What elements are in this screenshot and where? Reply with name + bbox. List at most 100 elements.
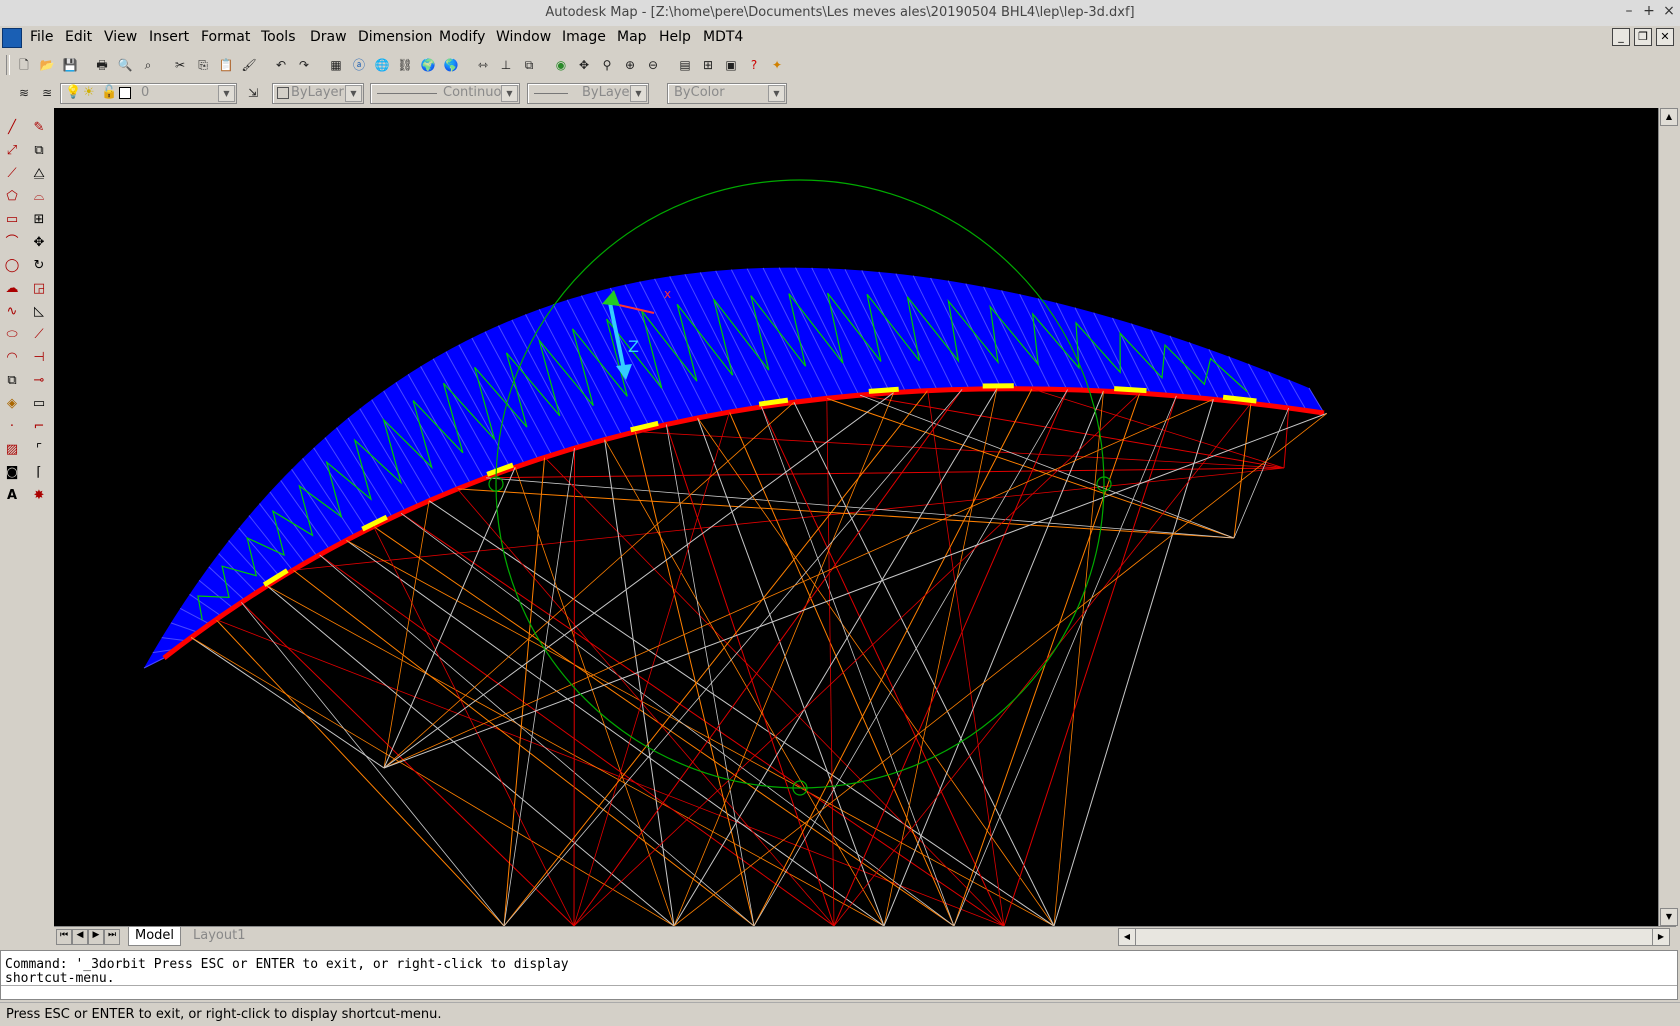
menu-insert[interactable]: Insert <box>149 29 189 45</box>
zoom-previous-icon[interactable]: ⊖ <box>643 55 663 75</box>
doc-close-button[interactable]: ✕ <box>1656 28 1674 46</box>
explode-icon[interactable]: ✸ <box>28 486 50 506</box>
autocad-today-icon[interactable]: ⓐ <box>349 55 369 75</box>
fillet-round-icon[interactable]: ⌈ <box>28 463 50 483</box>
properties-icon[interactable]: ▤ <box>675 55 695 75</box>
horizontal-scrollbar[interactable]: ◀ ▶ <box>1118 928 1670 946</box>
tab-last-icon[interactable]: ⏭ <box>104 929 120 945</box>
line-icon[interactable]: ╱ <box>1 118 23 138</box>
undo-icon[interactable]: ↶ <box>271 55 291 75</box>
match-properties-icon[interactable]: 🖌 <box>239 55 259 75</box>
tab-next-icon[interactable]: ▶ <box>88 929 104 945</box>
scroll-down-arrow[interactable]: ▼ <box>1660 908 1678 926</box>
layer-previous-icon[interactable]: ≊ <box>37 83 57 103</box>
make-current-layer-icon[interactable]: ⇲ <box>243 83 263 103</box>
doc-minimize-button[interactable]: _ <box>1612 28 1630 46</box>
menu-map[interactable]: Map <box>617 29 647 45</box>
copy-object-icon[interactable]: ⧉ <box>28 141 50 161</box>
minimize-button[interactable]: – <box>1620 3 1638 19</box>
construction-line-icon[interactable]: ⤢ <box>1 141 23 161</box>
linetype-combo[interactable]: Continuous ▼ <box>370 83 520 104</box>
menu-window[interactable]: Window <box>496 29 551 45</box>
scroll-left-arrow[interactable]: ◀ <box>1119 929 1136 945</box>
menu-view[interactable]: View <box>104 29 137 45</box>
paste-icon[interactable]: 📋 <box>216 55 236 75</box>
menu-help[interactable]: Help <box>659 29 691 45</box>
ellipse-icon[interactable]: ⬭ <box>1 325 23 345</box>
menu-edit[interactable]: Edit <box>65 29 92 45</box>
join-icon[interactable]: ▭ <box>28 394 50 414</box>
lineweight-combo[interactable]: ByLayer ▼ <box>527 83 649 104</box>
color-dropdown-arrow[interactable]: ▼ <box>345 85 362 102</box>
layer-dropdown-arrow[interactable]: ▼ <box>218 85 235 102</box>
help-icon[interactable]: ? <box>744 55 764 75</box>
text-icon[interactable]: A <box>1 486 23 506</box>
plotstyle-combo[interactable]: ByColor ▼ <box>667 83 787 104</box>
tool-palettes-icon[interactable]: ⊞ <box>698 55 718 75</box>
erase-icon[interactable]: ✎ <box>28 118 50 138</box>
region-icon[interactable]: ◙ <box>1 463 23 483</box>
tab-prev-icon[interactable]: ◀ <box>72 929 88 945</box>
break-icon[interactable]: ⊸ <box>28 371 50 391</box>
open-icon[interactable]: 📂 <box>37 55 57 75</box>
menu-tools[interactable]: Tools <box>261 29 296 45</box>
spline-icon[interactable]: ∿ <box>1 302 23 322</box>
3d-orbit-icon[interactable]: ◉ <box>551 55 571 75</box>
redo-icon[interactable]: ↷ <box>294 55 314 75</box>
insert-block-icon[interactable]: ⧉ <box>1 371 23 391</box>
vertical-scrollbar[interactable]: ▲ ▼ <box>1658 108 1677 926</box>
circle-icon[interactable]: ◯ <box>1 256 23 276</box>
web-icon[interactable]: 🌐 <box>372 55 392 75</box>
stretch-icon[interactable]: ◺ <box>28 302 50 322</box>
menu-draw[interactable]: Draw <box>310 29 347 45</box>
pan-realtime-icon[interactable]: ✥ <box>574 55 594 75</box>
tab-first-icon[interactable]: ⏮ <box>56 929 72 945</box>
menu-modify[interactable]: Modify <box>439 29 485 45</box>
web-browse-icon[interactable]: 🌍 <box>418 55 438 75</box>
layer-combo[interactable]: 💡 ☀ 🔓 0 ▼ <box>60 83 237 104</box>
hyperlink-icon[interactable]: ⛓ <box>395 55 415 75</box>
print-preview-icon[interactable]: 🔍 <box>115 55 135 75</box>
trim-icon[interactable]: ⟋ <box>28 325 50 345</box>
rectangle-icon[interactable]: ▭ <box>1 210 23 230</box>
ellipse-arc-icon[interactable]: ◠ <box>1 348 23 368</box>
copy-icon[interactable]: ⎘ <box>193 55 213 75</box>
polyline-icon[interactable]: ⟋ <box>1 164 23 184</box>
array-icon[interactable]: ⊞ <box>28 210 50 230</box>
make-block-icon[interactable]: ◈ <box>1 394 23 414</box>
point-icon[interactable]: · <box>1 417 23 437</box>
tab-layout1[interactable]: Layout1 <box>187 927 251 945</box>
tab-model[interactable]: Model <box>128 927 181 946</box>
polygon-icon[interactable]: ⬠ <box>1 187 23 207</box>
scale-icon[interactable]: ◲ <box>28 279 50 299</box>
plotstyle-dropdown-arrow[interactable]: ▼ <box>768 85 785 102</box>
rotate-icon[interactable]: ↻ <box>28 256 50 276</box>
menu-file[interactable]: File <box>30 29 53 45</box>
close-button[interactable]: × <box>1660 3 1678 19</box>
maximize-button[interactable]: + <box>1640 3 1658 19</box>
command-window[interactable]: Command: '_3dorbit Press ESC or ENTER to… <box>0 950 1678 1000</box>
lineweight-dropdown-arrow[interactable]: ▼ <box>630 85 647 102</box>
map-icon[interactable]: ✦ <box>767 55 787 75</box>
publish-web-icon[interactable]: 🌎 <box>441 55 461 75</box>
mirror-icon[interactable]: ⧋ <box>28 164 50 184</box>
revision-cloud-icon[interactable]: ☁ <box>1 279 23 299</box>
zoom-realtime-icon[interactable]: ⚲ <box>597 55 617 75</box>
linetype-dropdown-arrow[interactable]: ▼ <box>501 85 518 102</box>
hatch-icon[interactable]: ▨ <box>1 440 23 460</box>
menu-format[interactable]: Format <box>201 29 250 45</box>
layer-manager-icon[interactable]: ≋ <box>14 83 34 103</box>
new-icon[interactable]: 🗋 <box>14 55 34 75</box>
design-center-icon[interactable]: ▦ <box>326 55 346 75</box>
command-input[interactable] <box>1 985 1677 999</box>
calculator-icon[interactable]: ▣ <box>721 55 741 75</box>
move-icon[interactable]: ✥ <box>28 233 50 253</box>
chamfer-icon[interactable]: ⌐ <box>28 417 50 437</box>
distance-icon[interactable]: ⇿ <box>473 55 493 75</box>
cut-icon[interactable]: ✂ <box>170 55 190 75</box>
menu-mdt4[interactable]: MDT4 <box>703 29 743 45</box>
scroll-right-arrow[interactable]: ▶ <box>1652 929 1669 945</box>
arc-icon[interactable]: ⌒ <box>1 233 23 253</box>
menu-image[interactable]: Image <box>562 29 606 45</box>
color-combo[interactable]: ByLayer ▼ <box>272 83 364 104</box>
